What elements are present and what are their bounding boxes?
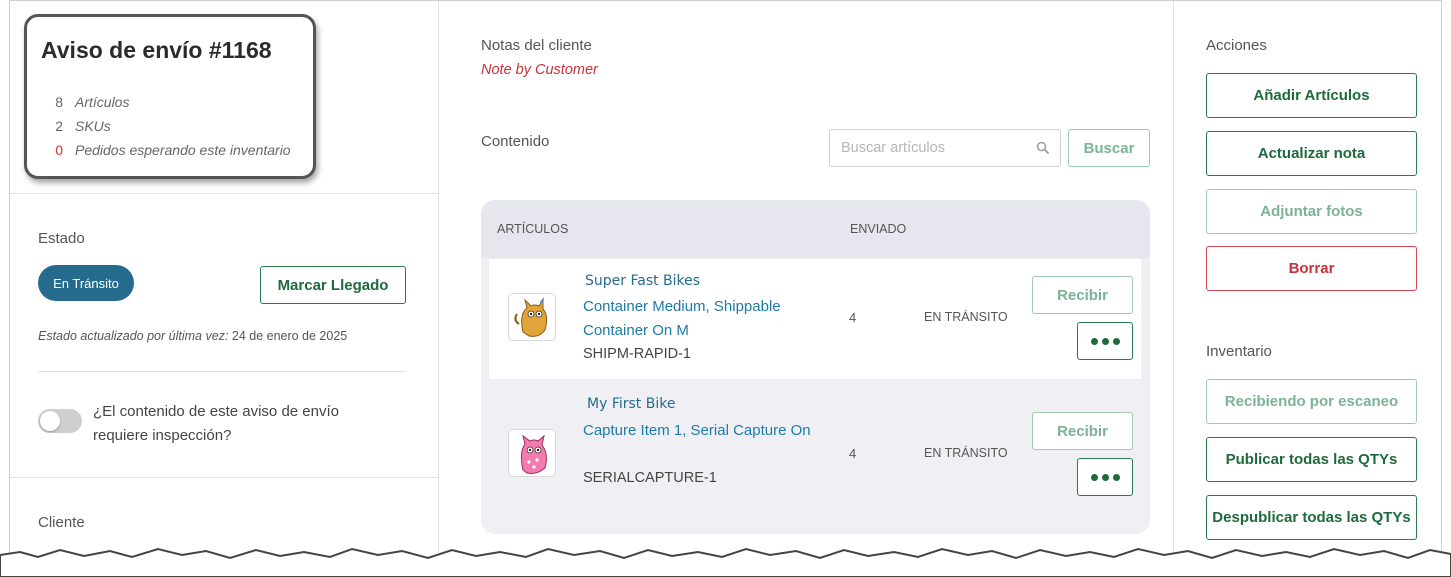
receive-button[interactable]: Recibir bbox=[1032, 412, 1133, 450]
updated-prefix: Estado actualizado por última vez: bbox=[38, 329, 229, 343]
more-dots-icon bbox=[1090, 473, 1098, 481]
item-status: EN TRÁNSITO bbox=[924, 446, 1008, 460]
more-dots-icon bbox=[1090, 337, 1098, 345]
client-label: Cliente bbox=[38, 514, 85, 531]
column-header-sent: ENVIADO bbox=[850, 222, 907, 236]
more-dots-icon bbox=[1101, 337, 1109, 345]
attach-photos-button[interactable]: Adjuntar fotos bbox=[1206, 189, 1417, 234]
inventory-label: Inventario bbox=[1206, 343, 1272, 360]
orange-cat-icon[interactable] bbox=[508, 293, 556, 341]
item-brand: Super Fast Bikes bbox=[585, 273, 701, 289]
table-header: ARTÍCULOS ENVIADO bbox=[481, 200, 1150, 258]
status-badge: En Tránsito bbox=[38, 265, 134, 301]
item-name-link[interactable]: Container Medium, Shippable Container On… bbox=[583, 295, 813, 343]
summary-row-skus: 2 SKUs bbox=[41, 118, 111, 134]
main-panel: Notas del cliente Note by Customer Conte… bbox=[439, 1, 1174, 555]
inspection-toggle[interactable] bbox=[38, 409, 82, 433]
item-sent-qty: 4 bbox=[849, 310, 857, 325]
table-row: My First Bike Capture Item 1, Serial Cap… bbox=[489, 379, 1141, 499]
divider bbox=[10, 477, 438, 478]
skus-count: 2 bbox=[55, 118, 63, 134]
more-dots-icon bbox=[1101, 473, 1109, 481]
actions-label: Acciones bbox=[1206, 37, 1267, 54]
divider bbox=[10, 193, 438, 194]
inspection-question: ¿El contenido de este aviso de envío req… bbox=[93, 403, 339, 444]
torn-edge bbox=[0, 547, 1451, 577]
unpublish-all-qtys-button[interactable]: Despublicar todas las QTYs bbox=[1206, 495, 1417, 540]
orders-waiting-label: Pedidos esperando este inventario bbox=[75, 142, 291, 158]
left-panel: Aviso de envío #1168 8 Artículos 2 SKUs 0P… bbox=[10, 1, 439, 555]
search-button[interactable]: Buscar bbox=[1068, 129, 1150, 167]
more-dots-icon bbox=[1112, 473, 1120, 481]
search-box bbox=[829, 129, 1061, 167]
state-label: Estado bbox=[38, 230, 85, 247]
customer-notes-label: Notas del cliente bbox=[481, 37, 592, 54]
customer-note-text: Note by Customer bbox=[481, 62, 598, 78]
shipment-notice-page: Aviso de envío #1168 8 Artículos 2 SKUs 0P… bbox=[9, 0, 1442, 555]
summary-row-items: 8 Artículos bbox=[41, 94, 129, 110]
delete-button[interactable]: Borrar bbox=[1206, 246, 1417, 291]
more-options-button[interactable] bbox=[1077, 322, 1133, 360]
pink-cat-icon[interactable] bbox=[508, 429, 556, 477]
item-brand: My First Bike bbox=[587, 396, 676, 412]
orders-waiting-count: 0 bbox=[55, 142, 63, 158]
divider bbox=[38, 371, 406, 372]
summary-row-orders: 0 Pedidos esperando este inventario bbox=[41, 142, 291, 158]
receive-button[interactable]: Recibir bbox=[1032, 276, 1133, 314]
update-note-button[interactable]: Actualizar nota bbox=[1206, 131, 1417, 176]
item-status: EN TRÁNSITO bbox=[924, 310, 1008, 324]
state-updated-text: Estado actualizado por última vez: 24 de… bbox=[38, 329, 347, 343]
item-sku: SHIPM-RAPID-1 bbox=[583, 346, 691, 362]
more-options-button[interactable] bbox=[1077, 458, 1133, 496]
items-label: Artículos bbox=[75, 94, 130, 110]
actions-panel: Acciones Añadir Artículos Actualizar not… bbox=[1174, 1, 1441, 555]
skus-label: SKUs bbox=[75, 118, 111, 134]
table-row: Super Fast Bikes Container Medium, Shipp… bbox=[489, 259, 1141, 379]
page-title: Aviso de envío #1168 bbox=[41, 37, 272, 63]
column-header-items: ARTÍCULOS bbox=[497, 222, 569, 236]
mark-arrived-button[interactable]: Marcar Llegado bbox=[260, 266, 406, 304]
item-sent-qty: 4 bbox=[849, 446, 857, 461]
contents-label: Contenido bbox=[481, 133, 550, 150]
contents-table: ARTÍCULOS ENVIADO Super Fast Bikes Conta… bbox=[481, 200, 1150, 534]
publish-all-qtys-button[interactable]: Publicar todas las QTYs bbox=[1206, 437, 1417, 482]
add-items-button[interactable]: Añadir Artículos bbox=[1206, 73, 1417, 118]
item-sku: SERIALCAPTURE-1 bbox=[583, 470, 717, 486]
updated-date: 24 de enero de 2025 bbox=[228, 329, 348, 343]
shipment-summary-card: Aviso de envío #1168 8 Artículos 2 SKUs 0P… bbox=[24, 14, 316, 179]
scan-receiving-button[interactable]: Recibiendo por escaneo bbox=[1206, 379, 1417, 424]
more-dots-icon bbox=[1112, 337, 1120, 345]
search-icon[interactable] bbox=[1036, 141, 1050, 155]
items-count: 8 bbox=[55, 94, 63, 110]
item-name-link[interactable]: Capture Item 1, Serial Capture On bbox=[583, 419, 813, 443]
search-input[interactable] bbox=[830, 130, 1020, 166]
